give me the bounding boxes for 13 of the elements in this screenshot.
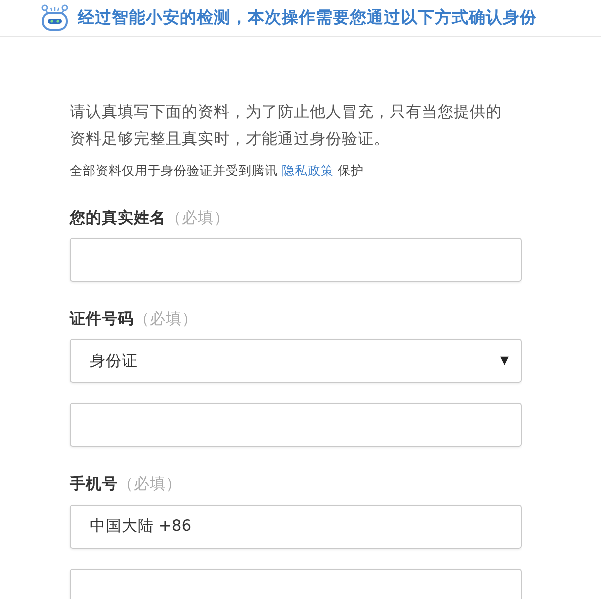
text-input[interactable] xyxy=(70,238,522,282)
field-label: 您的真实姓名（必填） xyxy=(70,208,231,229)
privacy-note: 全部资料仅用于身份验证并受到腾讯 隐私政策 保护 xyxy=(70,162,365,180)
robot-icon xyxy=(40,4,70,32)
dropdown-select[interactable]: 身份证 ▼ xyxy=(70,339,522,384)
field-label: 证件号码（必填） xyxy=(70,309,199,330)
field-label: 手机号（必填） xyxy=(70,474,183,496)
dropdown-arrow-icon: ▼ xyxy=(500,353,509,370)
intro-text: 请认真填写下面的资料，为了防止他人冒充，只有当您提供的资料足够完整且真实时，才能通过身份验证。 xyxy=(70,102,503,150)
page-title: 经过智能小安的检测，本次操作需要您通过以下方式确认身份 xyxy=(78,6,537,29)
text-input[interactable] xyxy=(70,403,522,448)
privacy-policy-link[interactable]: 隐私政策 xyxy=(282,163,334,178)
dropdown-select[interactable]: 中国大陆 +86 xyxy=(70,504,522,548)
